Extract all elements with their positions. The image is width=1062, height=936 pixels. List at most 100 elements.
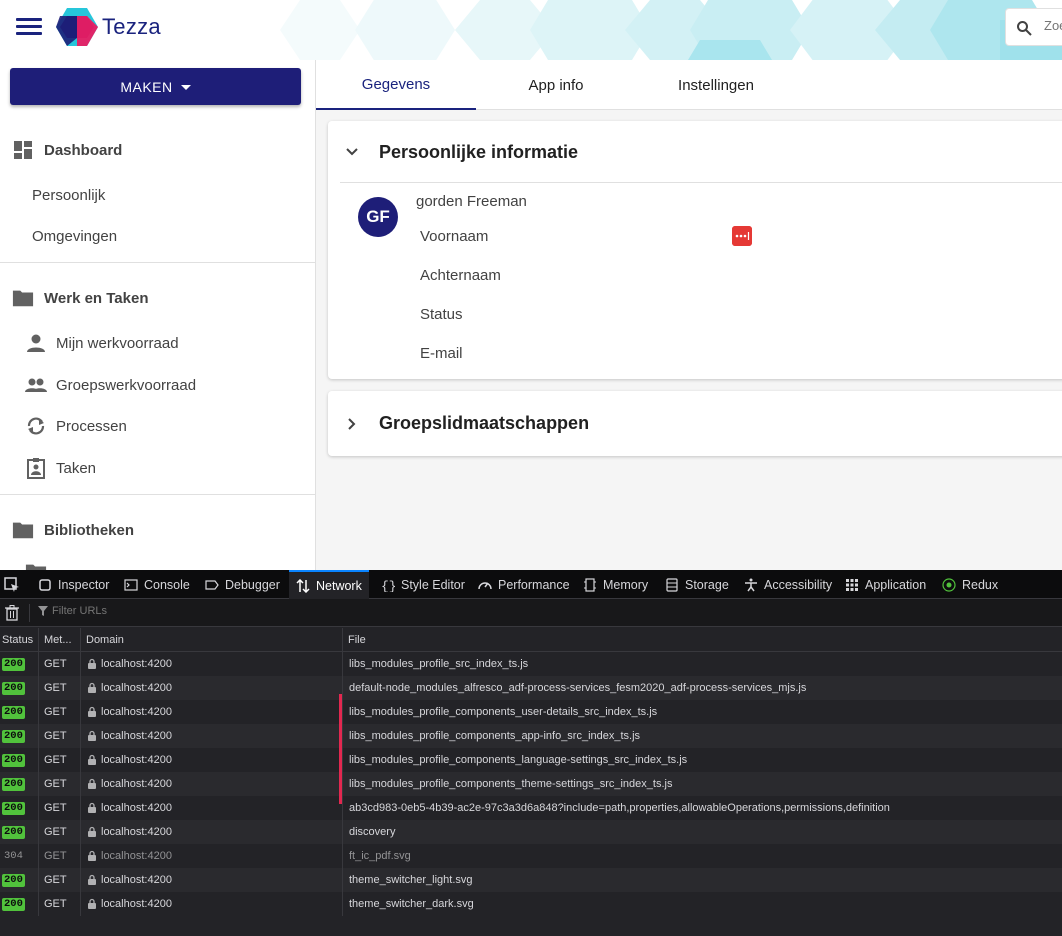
filter-urls[interactable] bbox=[38, 605, 252, 617]
tab-app-info[interactable]: App info bbox=[476, 60, 636, 110]
request-file: libs_modules_profile_components_theme-se… bbox=[349, 778, 673, 790]
column-divider bbox=[80, 628, 81, 652]
table-row[interactable]: 200 GET localhost:4200 theme_switcher_da… bbox=[0, 892, 1062, 916]
search-input[interactable] bbox=[1044, 18, 1062, 33]
request-file: libs_modules_profile_components_app-info… bbox=[349, 730, 641, 742]
status-badge: 200 bbox=[2, 778, 25, 791]
table-row[interactable]: 200 GET localhost:4200 libs_modules_prof… bbox=[0, 748, 1062, 772]
sidebar-section-label: Werk en Taken bbox=[44, 289, 149, 307]
group-memberships-title: Groepslidmaatschappen bbox=[379, 413, 590, 433]
column-divider bbox=[38, 892, 39, 916]
table-row[interactable]: 200 GET localhost:4200 libs_modules_prof… bbox=[0, 700, 1062, 724]
create-button[interactable]: MAKEN bbox=[10, 68, 301, 105]
request-domain: localhost:4200 bbox=[101, 850, 172, 862]
column-divider bbox=[38, 844, 39, 868]
column-status[interactable]: Status bbox=[2, 634, 33, 646]
column-divider bbox=[38, 628, 39, 652]
request-file: libs_modules_profile_components_language… bbox=[349, 754, 688, 766]
lock-icon bbox=[88, 658, 96, 669]
devtools-tab-label: Network bbox=[316, 578, 362, 593]
devtools-tab-accessibility[interactable]: Accessibility bbox=[744, 570, 832, 599]
request-method: GET bbox=[44, 754, 67, 766]
lock-icon bbox=[88, 706, 96, 717]
column-divider bbox=[342, 844, 343, 868]
devtools-tab-application[interactable]: Application bbox=[845, 570, 926, 599]
network-toolbar bbox=[0, 599, 1062, 627]
devtools-tab-network[interactable]: Network bbox=[289, 570, 369, 599]
dashboard-icon bbox=[14, 141, 32, 159]
menu-icon[interactable] bbox=[16, 18, 42, 42]
folder-icon bbox=[25, 564, 47, 570]
sidebar-section-werk-en-taken[interactable]: Werk en Taken bbox=[0, 286, 315, 310]
chevron-down-icon bbox=[346, 148, 358, 156]
column-divider bbox=[342, 892, 343, 916]
devtools-tab-redux[interactable]: Redux bbox=[942, 570, 998, 599]
request-method: GET bbox=[44, 730, 67, 742]
personal-info-header[interactable]: Persoonlijke informatie bbox=[328, 121, 1062, 183]
trash-icon[interactable] bbox=[5, 605, 19, 621]
devtools-tab-storage[interactable]: Storage bbox=[665, 570, 729, 599]
devtools-tab-memory[interactable]: Memory bbox=[583, 570, 648, 599]
request-file: theme_switcher_light.svg bbox=[349, 874, 473, 886]
table-row[interactable]: 200 GET localhost:4200 libs_modules_prof… bbox=[0, 652, 1062, 676]
table-row[interactable]: 200 GET localhost:4200 libs_modules_prof… bbox=[0, 772, 1062, 796]
lock-icon bbox=[88, 802, 96, 813]
request-method: GET bbox=[44, 802, 67, 814]
status-badge: 200 bbox=[2, 682, 25, 695]
element-picker-icon[interactable] bbox=[4, 577, 20, 593]
sidebar-item-persoonlijk[interactable]: Persoonlijk bbox=[0, 184, 315, 206]
tab-instellingen[interactable]: Instellingen bbox=[636, 60, 796, 110]
tab-bar: Gegevens App info Instellingen bbox=[316, 60, 1062, 110]
tezza-logo bbox=[56, 8, 98, 46]
column-divider bbox=[342, 748, 343, 772]
devtools-tab-label: Debugger bbox=[225, 577, 280, 592]
column-divider bbox=[80, 700, 81, 724]
devtools-tab-console[interactable]: Console bbox=[124, 570, 190, 599]
table-row[interactable]: 200 GET localhost:4200 libs_modules_prof… bbox=[0, 724, 1062, 748]
devtools-tab-performance[interactable]: Performance bbox=[478, 570, 570, 599]
table-row[interactable]: 200 GET localhost:4200 default-node_modu… bbox=[0, 676, 1062, 700]
column-divider bbox=[38, 820, 39, 844]
table-row[interactable]: 200 GET localhost:4200 discovery bbox=[0, 820, 1062, 844]
devtools-tab-inspector[interactable]: Inspector bbox=[38, 570, 109, 599]
request-method: GET bbox=[44, 682, 67, 694]
request-file: theme_switcher_dark.svg bbox=[349, 898, 474, 910]
filter-urls-input[interactable] bbox=[52, 605, 252, 617]
request-file: libs_modules_profile_src_index_ts.js bbox=[349, 658, 529, 670]
network-icon bbox=[296, 578, 310, 593]
column-file[interactable]: File bbox=[348, 634, 366, 646]
storage-icon bbox=[666, 577, 678, 592]
devtools-tab-style-editor[interactable]: {} Style Editor bbox=[381, 570, 465, 599]
tab-gegevens[interactable]: Gegevens bbox=[316, 60, 476, 110]
group-memberships-header[interactable]: Groepslidmaatschappen bbox=[328, 391, 1062, 456]
application-icon bbox=[846, 578, 858, 591]
sidebar-item-partial[interactable] bbox=[0, 560, 315, 570]
table-row[interactable]: 200 GET localhost:4200 theme_switcher_li… bbox=[0, 868, 1062, 892]
request-domain: localhost:4200 bbox=[101, 826, 172, 838]
lock-icon bbox=[88, 874, 96, 885]
toolbar-separator bbox=[29, 604, 30, 622]
sidebar-item-mijn-werkvoorraad[interactable]: Mijn werkvoorraad bbox=[0, 331, 315, 355]
table-row[interactable]: 200 GET localhost:4200 ab3cd983-0eb5-4b3… bbox=[0, 796, 1062, 820]
sidebar-section-bibliotheken[interactable]: Bibliotheken bbox=[0, 518, 315, 542]
column-divider bbox=[38, 700, 39, 724]
assignment-icon bbox=[27, 458, 45, 479]
sidebar-item-omgevingen[interactable]: Omgevingen bbox=[0, 225, 315, 247]
sidebar-divider bbox=[0, 262, 315, 263]
password-manager-icon[interactable] bbox=[732, 226, 752, 246]
sidebar-item-taken[interactable]: Taken bbox=[0, 456, 315, 480]
devtools-tab-debugger[interactable]: Debugger bbox=[205, 570, 280, 599]
sidebar-section-label: Bibliotheken bbox=[44, 521, 135, 539]
column-divider bbox=[38, 724, 39, 748]
table-row[interactable]: 304 GET localhost:4200 ft_ic_pdf.svg bbox=[0, 844, 1062, 868]
request-domain: localhost:4200 bbox=[101, 754, 172, 766]
sidebar-item-label: Omgevingen bbox=[32, 227, 118, 245]
caret-down-icon bbox=[180, 85, 191, 91]
sidebar-section-dashboard[interactable]: Dashboard bbox=[0, 138, 315, 162]
sidebar-item-groepswerkvoorraad[interactable]: Groepswerkvoorraad bbox=[0, 373, 315, 397]
column-domain[interactable]: Domain bbox=[86, 634, 124, 646]
request-method: GET bbox=[44, 826, 67, 838]
sidebar-item-processen[interactable]: Processen bbox=[0, 414, 315, 438]
column-method[interactable]: Met... bbox=[44, 634, 72, 646]
search-box[interactable] bbox=[1005, 8, 1062, 46]
